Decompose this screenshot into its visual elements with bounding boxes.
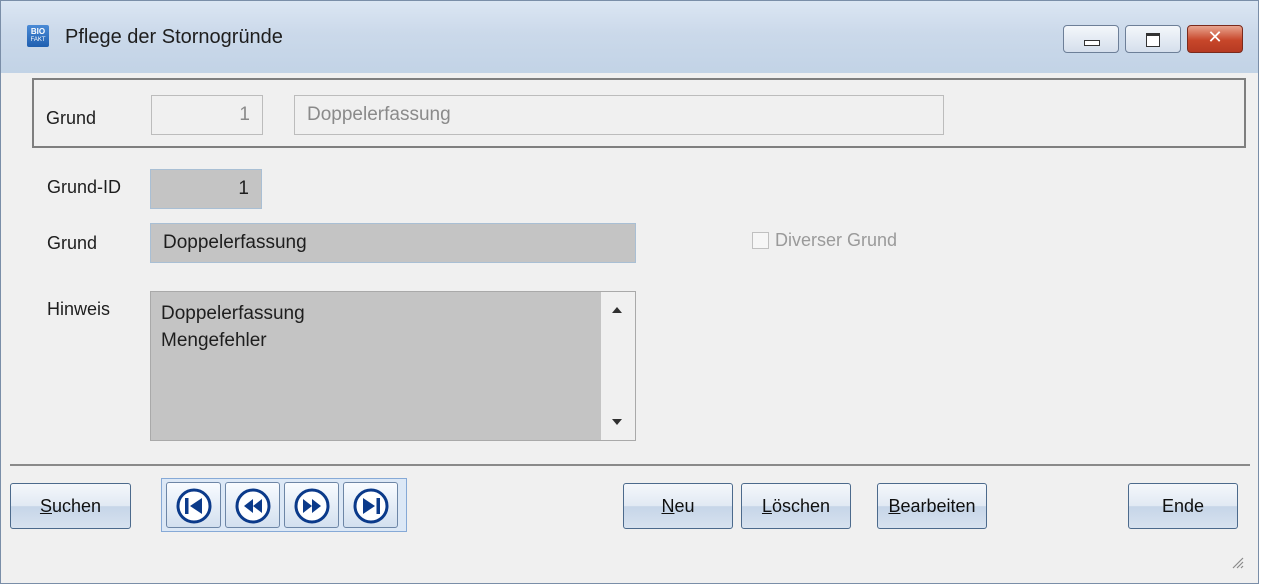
search-id-field[interactable]: 1 [151, 95, 263, 135]
ende-button[interactable]: Ende [1128, 483, 1238, 529]
hinweis-scrollbar[interactable] [601, 292, 635, 440]
hinweis-label: Hinweis [47, 299, 111, 319]
window-title: Pflege der Stornogründe [65, 26, 283, 48]
next-record-button[interactable] [284, 482, 339, 528]
next-record-icon [294, 488, 330, 524]
grund-field[interactable]: Doppelerfassung [150, 223, 636, 263]
neu-label: eu [674, 495, 695, 516]
minimize-button[interactable] [1063, 25, 1119, 53]
maximize-icon [1146, 33, 1160, 47]
first-record-icon [176, 488, 212, 524]
suchen-mnemonic: S [39, 495, 52, 516]
hinweis-textarea[interactable]: Doppelerfassung Mengefehler [150, 291, 636, 441]
search-grund-label: Grund [46, 108, 97, 128]
last-record-button[interactable] [343, 482, 398, 528]
main-content: Grund 1 Doppelerfassung Grund-ID 1 Grund… [10, 73, 1250, 575]
neu-button[interactable]: Neu [623, 483, 733, 529]
grund-id-label: Grund-ID [47, 177, 122, 197]
title-bar[interactable]: BIO FAKT Pflege der Stornogründe ✕ [1, 1, 1258, 73]
search-text-field[interactable]: Doppelerfassung [294, 95, 944, 135]
first-record-button[interactable] [166, 482, 221, 528]
scroll-up-arrow-icon[interactable] [612, 307, 622, 313]
neu-mnemonic: N [661, 495, 675, 516]
divider [10, 464, 1250, 466]
grund-label: Grund [47, 233, 98, 253]
minimize-icon [1084, 40, 1100, 46]
bearbeiten-button[interactable]: Bearbeiten [877, 483, 987, 529]
loeschen-mnemonic: L [761, 495, 772, 516]
maximize-button[interactable] [1125, 25, 1181, 53]
close-button[interactable]: ✕ [1187, 25, 1243, 53]
app-logo-bottom-text: FAKT [30, 37, 46, 43]
suchen-label: uchen [51, 495, 102, 516]
scroll-down-arrow-icon[interactable] [612, 419, 622, 425]
suchen-button[interactable]: Suchen [10, 483, 131, 529]
window: BIO FAKT Pflege der Stornogründe ✕ Grund… [0, 0, 1259, 584]
record-navigation [161, 478, 407, 532]
previous-record-icon [235, 488, 271, 524]
diverser-grund-option[interactable]: Diverser Grund [752, 230, 897, 251]
ende-label: Ende [1161, 495, 1205, 516]
hinweis-line-2: Mengefehler [161, 330, 267, 351]
loeschen-button[interactable]: Löschen [741, 483, 851, 529]
bearbeiten-mnemonic: B [888, 495, 901, 516]
loeschen-label: öschen [771, 495, 831, 516]
resize-grip-icon[interactable] [1230, 555, 1244, 569]
last-record-icon [353, 488, 389, 524]
hinweis-line-1: Doppelerfassung [161, 303, 305, 324]
grund-id-field[interactable]: 1 [150, 169, 262, 209]
diverser-grund-checkbox[interactable] [752, 232, 769, 249]
diverser-grund-label: Diverser Grund [775, 230, 898, 250]
search-panel: Grund 1 Doppelerfassung [32, 78, 1246, 148]
bearbeiten-label: earbeiten [900, 495, 976, 516]
app-logo-top-text: BIO [30, 27, 46, 36]
close-icon: ✕ [1207, 27, 1223, 47]
previous-record-button[interactable] [225, 482, 280, 528]
app-logo-icon: BIO FAKT [27, 25, 49, 47]
